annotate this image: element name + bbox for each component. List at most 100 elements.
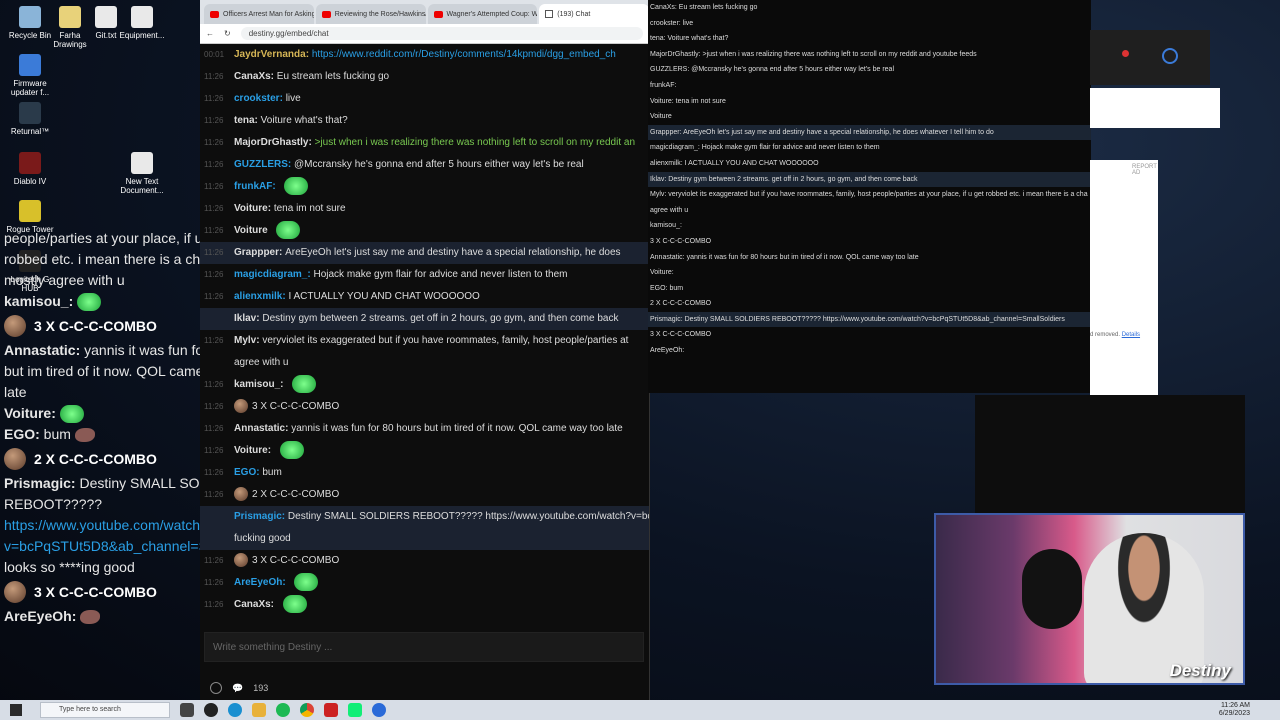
- popout-chat-line: MajorDrGhastly: >just when i was realizi…: [650, 50, 977, 58]
- pepe-emote-icon: [77, 293, 102, 312]
- tab-label: Wagner's Attempted Coup: Wha: [446, 10, 538, 18]
- dark-background-panel: [975, 395, 1245, 515]
- popout-chat-line: AreEyeOh:: [650, 347, 685, 355]
- chat-username[interactable]: AreEyeOh:: [234, 577, 288, 588]
- chat-input[interactable]: Write something Destiny ...: [204, 632, 644, 662]
- chat-username[interactable]: frunkAF:: [234, 181, 278, 192]
- chat-text: Destiny SMALL SOLDIERS REBOOT????? https…: [287, 511, 650, 522]
- webcam-feed: Destiny: [934, 513, 1245, 685]
- timestamp: 11:26: [204, 160, 224, 169]
- chat-message: 11:26 3 X C-C-C-COMBO: [200, 550, 649, 572]
- popout-chat-line: Voiture: tena im not sure: [650, 97, 726, 105]
- chat-message: 11:26 MajorDrGhastly: >just when i was re…: [200, 132, 649, 154]
- popout-chat-line: magicdiagram_: Hojack make gym flair for…: [650, 144, 880, 152]
- clock-time: 11:26 AM: [1220, 702, 1250, 709]
- chat-username[interactable]: JaydrVernanda:: [234, 49, 312, 60]
- chat-username[interactable]: Voiture:: [234, 203, 274, 214]
- chat-username[interactable]: Voiture:: [4, 405, 60, 421]
- chat-text: https://www.reddit.com/r/Destiny/comment…: [311, 49, 616, 60]
- desktop-icon[interactable]: New Text Document...: [116, 152, 168, 195]
- chat-username[interactable]: Grappper:: [234, 247, 285, 258]
- popout-chat-line: 2 X C-C-C-COMBO: [650, 300, 712, 308]
- app-teal-icon[interactable]: [348, 703, 362, 717]
- obs-icon[interactable]: [204, 703, 218, 717]
- browser-tab[interactable]: Officers Arrest Man for Asking fo: [204, 4, 314, 24]
- chat-text: bum: [262, 467, 282, 478]
- spotify-icon[interactable]: [276, 703, 290, 717]
- chat-text: I ACTUALLY YOU AND CHAT WOOOOOO: [288, 291, 480, 302]
- chat-username[interactable]: AreEyeOh:: [4, 608, 80, 624]
- profile-icon[interactable]: [1162, 48, 1178, 64]
- clock-date: 6/29/2023: [1218, 710, 1250, 717]
- timestamp: 11:26: [204, 490, 224, 499]
- edge-icon[interactable]: [228, 703, 242, 717]
- popout-chat-line: Annastatic: yannis it was fun for 80 hou…: [650, 253, 919, 261]
- timestamp: 11:26: [204, 116, 224, 125]
- chat-text: Eu stream lets fucking go: [276, 71, 390, 82]
- notification-badge: [1122, 50, 1129, 57]
- chat-username[interactable]: Voiture:: [234, 445, 274, 456]
- chat-username[interactable]: Annastatic:: [234, 423, 291, 434]
- chat-username[interactable]: Mylv:: [234, 335, 262, 346]
- chat-username[interactable]: CanaXs:: [234, 71, 277, 82]
- popout-chat-line: Grappper: AreEyeOh let's just say me and…: [648, 124, 1091, 141]
- desktop-icon[interactable]: Returnal™: [4, 102, 56, 136]
- url-field[interactable]: destiny.gg/embed/chat: [240, 27, 643, 40]
- chat-username[interactable]: Prismagic:: [4, 475, 79, 491]
- desktop-icon-label: Diablo IV: [13, 177, 47, 186]
- chat-message: Iklav: Destiny gym between 2 streams. ge…: [200, 308, 649, 330]
- desktop-icon-glyph: [131, 6, 153, 28]
- chat-username[interactable]: EGO:: [234, 467, 262, 478]
- browser-tab[interactable]: Wagner's Attempted Coup: Wha: [427, 4, 538, 24]
- windows-start-icon[interactable]: [10, 704, 22, 716]
- taskbar-search[interactable]: Type here to search: [40, 702, 170, 718]
- desktop-icon-label: Returnal™: [10, 127, 50, 136]
- popout-chat-line: Prismagic: Destiny SMALL SOLDIERS REBOOT…: [648, 311, 1091, 328]
- chat-text: looks so ****ing good: [4, 559, 135, 575]
- chat-username[interactable]: Iklav:: [234, 313, 262, 324]
- chat-username[interactable]: MajorDrGhastly:: [234, 137, 315, 148]
- app-red-icon[interactable]: [324, 703, 338, 717]
- chat-username[interactable]: Annastatic:: [4, 342, 84, 358]
- desktop-icon[interactable]: Firmware updater f...: [4, 54, 56, 97]
- report-ad-label[interactable]: REPORT AD: [1132, 164, 1158, 176]
- pepe-emote-icon: [59, 405, 84, 424]
- background-browser-window[interactable]: [1090, 30, 1210, 85]
- chat-username[interactable]: tena:: [234, 115, 261, 126]
- browser-tab[interactable]: (193) Chat: [539, 4, 649, 24]
- task-view-icon[interactable]: [180, 703, 194, 717]
- desktop-icon[interactable]: Diablo IV: [4, 152, 56, 186]
- chat-username[interactable]: EGO:: [4, 426, 44, 442]
- chrome-icon[interactable]: [300, 703, 314, 717]
- back-icon[interactable]: ←: [206, 29, 214, 38]
- popout-chat-window: CanaXs: Eu stream lets fucking go crookst…: [648, 0, 1091, 393]
- chat-username[interactable]: CanaXs:: [234, 599, 277, 610]
- chat-username[interactable]: Prismagic:: [234, 511, 288, 522]
- taskbar: Type here to search 11:26 AM 6/29/2023: [0, 700, 1280, 720]
- file-explorer-icon[interactable]: [252, 703, 266, 717]
- users-icon[interactable]: 💬: [232, 683, 243, 694]
- timestamp: 11:26: [204, 578, 224, 587]
- emote-icon: [292, 375, 317, 394]
- desktop-icon-label: Firmware updater f...: [10, 79, 50, 97]
- clock[interactable]: 11:26 AM 6/29/2023: [1219, 702, 1250, 718]
- app-blue-icon[interactable]: [372, 703, 386, 717]
- emote-icon[interactable]: [210, 682, 222, 694]
- chat-messages: 00:01 JaydrVernanda: https://www.reddit.c…: [200, 44, 650, 616]
- timestamp: 11:26: [204, 380, 224, 389]
- desktop-icon[interactable]: Equipment...: [116, 6, 168, 40]
- chat-username[interactable]: magicdiagram_:: [234, 269, 313, 280]
- chat-username[interactable]: kamisou_:: [4, 293, 77, 309]
- desktop-icon-label: New Text Document...: [120, 177, 164, 195]
- address-bar[interactable]: ← ↻ destiny.gg/embed/chat: [200, 24, 649, 44]
- chat-username[interactable]: kamisou_:: [234, 379, 286, 390]
- chat-username[interactable]: alienxmilk:: [234, 291, 288, 302]
- chat-username[interactable]: crookster:: [234, 93, 286, 104]
- details-link[interactable]: Details: [1122, 332, 1140, 338]
- chat-username[interactable]: Voiture: [234, 225, 270, 236]
- reload-icon[interactable]: ↻: [224, 29, 231, 38]
- browser-toolbar-window[interactable]: [1090, 88, 1220, 128]
- chat-username[interactable]: GUZZLERS:: [234, 159, 294, 170]
- chat-message: 11:26 alienxmilk: I ACTUALLY YOU AND CHAT…: [200, 286, 649, 308]
- browser-tab[interactable]: Reviewing the Rose/Hawkins/De: [315, 4, 426, 24]
